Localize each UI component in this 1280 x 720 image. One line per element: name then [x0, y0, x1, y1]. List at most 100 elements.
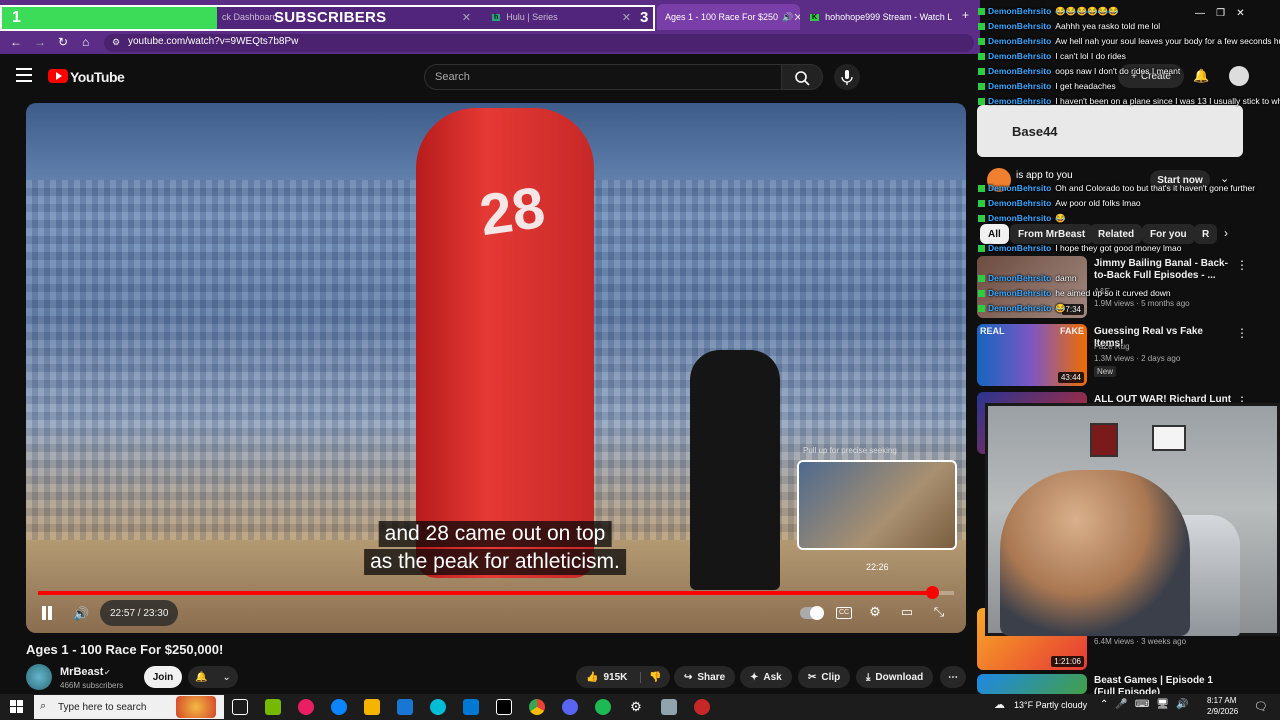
back-icon[interactable]: ←	[10, 35, 22, 49]
minimize-icon[interactable]: —	[1195, 8, 1205, 19]
subscribe-notification-button[interactable]: 🔔 ⌄	[188, 666, 238, 688]
kebab-icon[interactable]: ⋮	[1236, 258, 1248, 272]
avatar[interactable]	[1229, 66, 1249, 86]
new-tab-icon[interactable]: +	[962, 8, 969, 22]
progress-scrubber[interactable]	[926, 586, 940, 599]
volume-icon[interactable]: 🔊	[73, 606, 89, 622]
thumbs-up-icon: 👍	[586, 671, 599, 683]
app-icon[interactable]	[430, 699, 446, 715]
speaker-icon[interactable]: 🔊	[782, 12, 793, 23]
chip-from-channel[interactable]: From MrBeast	[1010, 224, 1094, 244]
download-button[interactable]: ⤓ Download	[856, 666, 934, 688]
share-button[interactable]: ↪ Share	[674, 666, 736, 688]
search-placeholder: Search	[435, 71, 470, 83]
task-view-icon[interactable]	[232, 699, 248, 715]
clock-time[interactable]: 8:17 AM	[1207, 696, 1236, 705]
edge-icon[interactable]	[331, 699, 347, 715]
window-controls[interactable]: — ❐ ✕	[1195, 8, 1245, 19]
reload-icon[interactable]: ↻	[58, 35, 68, 49]
chat-badge-icon	[978, 215, 985, 223]
kebab-icon[interactable]: ⋮	[1236, 326, 1248, 340]
bell-icon[interactable]: 🔔	[1193, 68, 1209, 84]
rec-title[interactable]: Jimmy Bailing Banal - Back-to-Back Full …	[1094, 258, 1234, 282]
pause-icon[interactable]	[40, 606, 54, 620]
chat-message: DemonBehrsito he aimed up so it curved do…	[978, 288, 1171, 298]
weather-text[interactable]: 13°F Partly cloudy	[1014, 700, 1087, 710]
clock-date[interactable]: 2/9/2026	[1207, 707, 1238, 716]
chat-username: DemonBehrsito	[988, 243, 1052, 253]
more-actions-button[interactable]: ⋯	[940, 666, 966, 688]
chevron-right-icon[interactable]: ›	[1224, 226, 1228, 240]
tab-youtube[interactable]: Ages 1 - 100 Race For $250 🔊 ✕	[657, 4, 800, 30]
store-icon[interactable]	[397, 699, 413, 715]
tab-twitch[interactable]: Khohohope999 Stream - Watch L✕	[802, 4, 952, 30]
fullscreen-icon[interactable]: ⤡	[930, 604, 948, 622]
chat-text: I haven't been on a plane since I was 13…	[1055, 96, 1280, 106]
forward-icon[interactable]: →	[34, 35, 46, 49]
chip-more[interactable]: R	[1194, 224, 1218, 244]
theater-mode-icon[interactable]: ▭	[898, 604, 916, 622]
file-explorer-icon[interactable]	[364, 699, 380, 715]
webcam-frame	[1152, 425, 1186, 451]
close-icon[interactable]: ✕	[1236, 8, 1244, 19]
tiktok-icon[interactable]	[496, 699, 512, 715]
chip-all[interactable]: All	[980, 224, 1009, 244]
settings-gear-icon[interactable]: ⚙	[628, 699, 644, 715]
chat-badge-icon	[978, 275, 985, 283]
search-icon: ⌕	[40, 700, 47, 712]
chip-for-you[interactable]: For you	[1142, 224, 1195, 244]
system-tray-icons[interactable]: ⌃🎤⌨🖥🔊	[1100, 699, 1195, 710]
clip-button[interactable]: ✂ Clip	[798, 666, 851, 688]
app-icon[interactable]	[661, 699, 677, 715]
webcam-poster	[1090, 423, 1118, 457]
spotify-icon[interactable]	[595, 699, 611, 715]
obs-icon[interactable]	[694, 699, 710, 715]
chat-badge-icon	[978, 185, 985, 193]
rec-thumbnail[interactable]	[977, 674, 1087, 694]
chat-username: DemonBehrsito	[988, 36, 1052, 46]
ask-button[interactable]: ✦ Ask	[740, 666, 792, 688]
chat-username: DemonBehrsito	[988, 288, 1052, 298]
maximize-icon[interactable]: ❐	[1216, 8, 1225, 19]
notification-icon[interactable]: 🗨	[1254, 700, 1268, 713]
app-icon[interactable]	[298, 699, 314, 715]
url-text: youtube.com/watch?v=9WEQts7b8Pw	[128, 36, 299, 47]
chip-related[interactable]: Related	[1090, 224, 1143, 244]
taskbar-search-placeholder: Type here to search	[58, 701, 147, 713]
like-button[interactable]: 👍 915K 👎	[576, 666, 670, 688]
autoplay-toggle[interactable]	[800, 606, 824, 620]
subtitles-icon[interactable]: CC	[836, 607, 852, 619]
join-button[interactable]: Join	[144, 666, 182, 688]
channel-avatar[interactable]	[26, 664, 52, 690]
chat-text: 😂	[1055, 303, 1066, 313]
outlook-icon[interactable]	[463, 699, 479, 715]
rec-thumbnail[interactable]: REAL FAKE 43:44	[977, 324, 1087, 386]
youtube-wordmark[interactable]: YouTube	[70, 69, 125, 85]
close-icon[interactable]: ✕	[793, 11, 800, 24]
weather-icon: ☁	[994, 699, 1005, 711]
chrome-icon[interactable]	[529, 699, 545, 715]
discord-icon[interactable]	[562, 699, 578, 715]
chat-text: Oh and Colorado too but that's it haven'…	[1055, 183, 1256, 193]
chat-text: I hope they got good money lmao	[1055, 243, 1182, 253]
youtube-logo-icon[interactable]	[48, 69, 68, 83]
nvidia-icon[interactable]	[265, 699, 281, 715]
chat-badge-icon	[978, 8, 985, 16]
rec-duration: 1:21:06	[1051, 656, 1084, 667]
chat-text: damn	[1055, 273, 1077, 283]
chat-username: DemonBehrsito	[988, 273, 1052, 283]
windows-start-icon[interactable]	[10, 700, 24, 714]
search-button[interactable]	[781, 64, 823, 90]
home-icon[interactable]: ⌂	[82, 35, 89, 49]
thumbs-down-icon[interactable]: 👎	[640, 671, 662, 683]
settings-gear-icon[interactable]: ⚙	[866, 604, 884, 622]
chat-text: he aimed up so it curved down	[1055, 288, 1171, 298]
channel-name[interactable]: MrBeast	[60, 666, 103, 678]
menu-icon[interactable]	[16, 68, 32, 82]
search-input[interactable]: Search	[424, 64, 782, 90]
site-info-icon[interactable]: ⚙	[112, 37, 120, 48]
chat-message: DemonBehrsito 😂	[978, 213, 1066, 224]
voice-search-button[interactable]	[834, 64, 860, 90]
tab-label: hohohope999 Stream - Watch L	[825, 12, 952, 22]
chat-message: DemonBehrsito 😂😂😂😂😂😂	[978, 6, 1119, 17]
